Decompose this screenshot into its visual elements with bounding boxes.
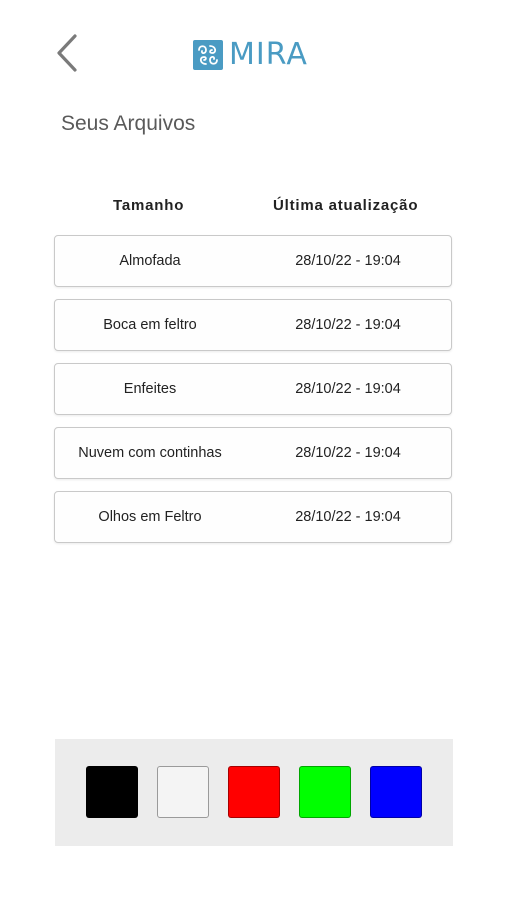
chevron-left-icon (53, 33, 79, 78)
color-swatch-black[interactable] (86, 766, 138, 818)
color-swatch-red[interactable] (228, 766, 280, 818)
color-swatch-blue[interactable] (370, 766, 422, 818)
table-header: Tamanho Última atualização (54, 197, 454, 221)
color-swatch-white[interactable] (157, 766, 209, 818)
column-header-size: Tamanho (113, 197, 185, 214)
file-updated: 28/10/22 - 19:04 (295, 509, 401, 525)
file-name: Boca em feltro (103, 317, 197, 333)
file-updated: 28/10/22 - 19:04 (295, 253, 401, 269)
logo-text: MIRA (229, 37, 308, 72)
color-palette (55, 739, 453, 846)
file-updated: 28/10/22 - 19:04 (295, 317, 401, 333)
back-button[interactable] (48, 33, 84, 78)
file-row[interactable]: Enfeites 28/10/22 - 19:04 (54, 363, 452, 415)
file-updated: 28/10/22 - 19:04 (295, 381, 401, 397)
file-name: Nuvem com continhas (78, 445, 222, 461)
file-name: Olhos em Feltro (98, 509, 202, 525)
file-name: Enfeites (123, 381, 177, 397)
file-updated: 28/10/22 - 19:04 (295, 445, 401, 461)
file-row[interactable]: Nuvem com continhas 28/10/22 - 19:04 (54, 427, 452, 479)
app-header: MIRA (0, 0, 507, 110)
file-row[interactable]: Olhos em Feltro 28/10/22 - 19:04 (54, 491, 452, 543)
mira-logo: MIRA (193, 38, 308, 72)
page-title: Seus Arquivos (61, 112, 196, 135)
color-swatch-green[interactable] (299, 766, 351, 818)
file-row[interactable]: Almofada 28/10/22 - 19:04 (54, 235, 452, 287)
column-header-updated: Última atualização (273, 197, 419, 214)
mira-logo-icon (193, 40, 223, 70)
file-row[interactable]: Boca em feltro 28/10/22 - 19:04 (54, 299, 452, 351)
file-list: Almofada 28/10/22 - 19:04 Boca em feltro… (54, 235, 454, 555)
file-name: Almofada (119, 253, 181, 269)
